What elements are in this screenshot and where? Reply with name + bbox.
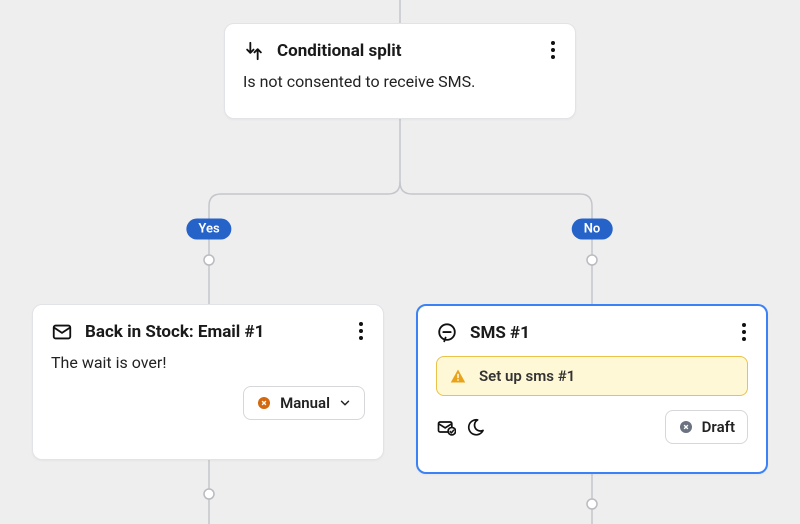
sms-more-menu[interactable] [732, 320, 756, 344]
email-more-menu[interactable] [349, 319, 373, 343]
sms-step-card[interactable]: SMS #1 Set up sms #1 Draft [416, 304, 768, 474]
branch-label-yes: Yes [186, 219, 231, 240]
envelope-icon [51, 321, 73, 343]
sms-setup-warning[interactable]: Set up sms #1 [436, 356, 748, 396]
warning-triangle-icon [449, 368, 467, 384]
email-description: The wait is over! [51, 353, 365, 372]
manual-icon [256, 395, 272, 411]
email-title: Back in Stock: Email #1 [85, 322, 264, 342]
smart-sending-icon[interactable] [436, 417, 456, 437]
branch-label-no: No [572, 219, 613, 240]
sms-status-button[interactable]: Draft [665, 410, 748, 444]
sms-warning-text: Set up sms #1 [479, 367, 575, 385]
sms-title: SMS #1 [470, 323, 530, 343]
split-description: Is not consented to receive SMS. [243, 72, 557, 91]
split-arrows-icon [243, 40, 265, 62]
email-mode-dropdown[interactable]: Manual [243, 386, 365, 420]
sms-bubble-icon [436, 322, 458, 344]
quiet-hours-icon[interactable] [466, 417, 486, 437]
split-title: Conditional split [277, 41, 402, 61]
draft-status-icon [678, 419, 694, 435]
split-more-menu[interactable] [541, 38, 565, 62]
conditional-split-card[interactable]: Conditional split Is not consented to re… [224, 23, 576, 119]
sms-status-label: Draft [702, 418, 735, 436]
email-step-card[interactable]: Back in Stock: Email #1 The wait is over… [32, 304, 384, 460]
chevron-down-icon [338, 396, 352, 410]
email-mode-label: Manual [280, 394, 330, 412]
